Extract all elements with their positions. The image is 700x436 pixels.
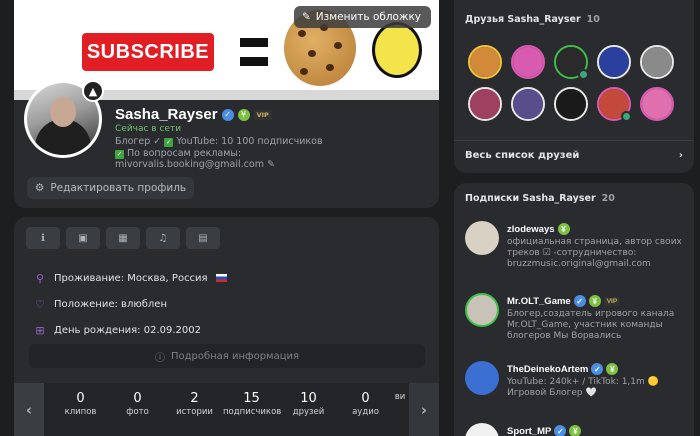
friend-status-badge bbox=[578, 69, 589, 80]
music-tab-icon[interactable]: ♫ bbox=[146, 227, 180, 249]
document-tab-icon[interactable]: ▤ bbox=[186, 227, 220, 249]
yellow-badge-icon: ¥ bbox=[557, 223, 570, 235]
info-card: ℹ ▣ ▦ ♫ ▤ ⚲ Проживание: Москва, Россия ♡… bbox=[14, 217, 439, 436]
counter-friends[interactable]: 10 друзей bbox=[280, 391, 337, 417]
counters-bar: ‹ 0 клипов 0 фото 2 истории 15 подписчиков 1… bbox=[14, 383, 439, 436]
subscription-avatar bbox=[465, 361, 499, 395]
info-tabs: ℹ ▣ ▦ ♫ ▤ bbox=[26, 227, 220, 249]
info-icon: ⓘ bbox=[154, 352, 165, 364]
subscription-item[interactable]: Sport_MP ✓ ¥ bbox=[465, 423, 687, 436]
friend-avatar[interactable] bbox=[468, 87, 502, 121]
friend-avatar[interactable] bbox=[511, 45, 545, 79]
info-row-residence: ⚲ Проживание: Москва, Россия bbox=[34, 265, 227, 291]
yellow-badge-icon: ¥ bbox=[606, 363, 619, 375]
friends-grid bbox=[468, 45, 674, 122]
friend-avatar[interactable] bbox=[640, 45, 674, 79]
verified-icon: ✓ bbox=[591, 363, 604, 375]
detailed-info-button[interactable]: ⓘ Подробная информация bbox=[29, 344, 425, 368]
subscription-avatar bbox=[465, 293, 499, 327]
counter-stories[interactable]: 2 истории bbox=[166, 391, 223, 417]
heart-icon: ♡ bbox=[35, 297, 45, 311]
all-friends-link[interactable]: Весь список друзей › bbox=[465, 150, 683, 161]
location-pin-icon: ⚲ bbox=[35, 271, 45, 285]
verified-icon: ✓ bbox=[554, 425, 567, 436]
edit-profile-button[interactable]: ⚙ Редактировать профиль bbox=[27, 177, 194, 199]
chevron-right-icon: › bbox=[678, 150, 683, 161]
friend-avatar[interactable] bbox=[468, 45, 502, 79]
upload-photo-icon[interactable]: ▲ bbox=[82, 80, 104, 102]
cover-subscribe-graphic: SUBSCRIBE bbox=[82, 33, 214, 71]
vip-badge: VIP bbox=[603, 296, 621, 306]
subscriptions-card: Подписки Sasha_Rayser 20 zlodeways ¥ офици… bbox=[454, 183, 694, 436]
photo-tab-icon[interactable]: ▣ bbox=[66, 227, 100, 249]
counter-video-partial[interactable]: ви bbox=[390, 391, 410, 402]
info-row-birthday: ⊞ День рождения: 02.09.2002 bbox=[35, 323, 201, 337]
friend-avatar[interactable] bbox=[640, 87, 674, 121]
vip-badge: VIP bbox=[253, 109, 272, 120]
gift-icon: ⊞ bbox=[35, 323, 45, 337]
friend-avatar[interactable] bbox=[511, 87, 545, 121]
russia-flag-icon bbox=[215, 274, 227, 282]
video-tab-icon[interactable]: ▦ bbox=[106, 227, 140, 249]
online-status: Сейчас в сети bbox=[115, 124, 182, 134]
check-icon: ✓ bbox=[164, 138, 174, 147]
change-cover-button[interactable]: ✎ Изменить обложку bbox=[293, 6, 431, 28]
subscription-item[interactable]: Mr.OLT_Game ✓ ¥ VIP Блогер,создатель игрово… bbox=[465, 293, 687, 342]
friend-status-badge bbox=[621, 111, 632, 122]
profile-name: Sasha_Rayser bbox=[115, 106, 218, 123]
cover-sticker-graphic bbox=[372, 22, 422, 78]
chevron-left-icon[interactable]: ‹ bbox=[14, 383, 44, 436]
friend-avatar[interactable] bbox=[554, 87, 588, 121]
yellow-badge-icon: ¥ bbox=[569, 425, 582, 436]
friend-avatar[interactable] bbox=[597, 45, 631, 79]
counter-audio[interactable]: 0 аудио bbox=[337, 391, 394, 417]
info-row-relationship: ♡ Положение: влюблен bbox=[35, 297, 167, 311]
pencil-icon: ✎ bbox=[301, 11, 311, 23]
friends-title[interactable]: Друзья Sasha_Rayser 10 bbox=[465, 14, 600, 25]
friends-card: Друзья Sasha_Rayser 10 Весь список друзей… bbox=[454, 0, 694, 173]
subscription-avatar bbox=[465, 221, 499, 255]
counter-clips[interactable]: 0 клипов bbox=[52, 391, 109, 417]
check-icon: ✓ bbox=[115, 149, 124, 159]
cover-equals-graphic bbox=[240, 38, 268, 66]
profile-status: Блогер ✓ ✓ YouTube: 10 100 подписчиков ✓… bbox=[115, 136, 323, 170]
pencil-icon: ✎ bbox=[267, 159, 275, 170]
profile-name-row: Sasha_Rayser ✓ ¥ VIP bbox=[115, 106, 272, 123]
subscription-avatar bbox=[465, 423, 499, 436]
gear-icon: ⚙ bbox=[34, 182, 45, 194]
counter-photos[interactable]: 0 фото bbox=[109, 391, 166, 417]
chevron-right-icon[interactable]: › bbox=[409, 383, 439, 436]
yellow-badge-icon: ¥ bbox=[588, 295, 601, 307]
info-tab-icon[interactable]: ℹ bbox=[26, 227, 60, 249]
friend-avatar[interactable] bbox=[597, 87, 632, 122]
yellow-badge-icon: ¥ bbox=[237, 108, 250, 121]
friend-avatar[interactable] bbox=[554, 45, 589, 80]
counter-followers[interactable]: 15 подписчиков bbox=[223, 391, 281, 417]
verified-icon: ✓ bbox=[221, 108, 234, 121]
verified-icon: ✓ bbox=[573, 295, 586, 307]
subscription-item[interactable]: zlodeways ¥ официальная страница, автор с… bbox=[465, 221, 687, 270]
subscription-item[interactable]: TheDeinekoArtem ✓ ¥ YouTube: 240k+ / TikTo… bbox=[465, 361, 687, 399]
subscriptions-title[interactable]: Подписки Sasha_Rayser 20 bbox=[465, 193, 615, 204]
